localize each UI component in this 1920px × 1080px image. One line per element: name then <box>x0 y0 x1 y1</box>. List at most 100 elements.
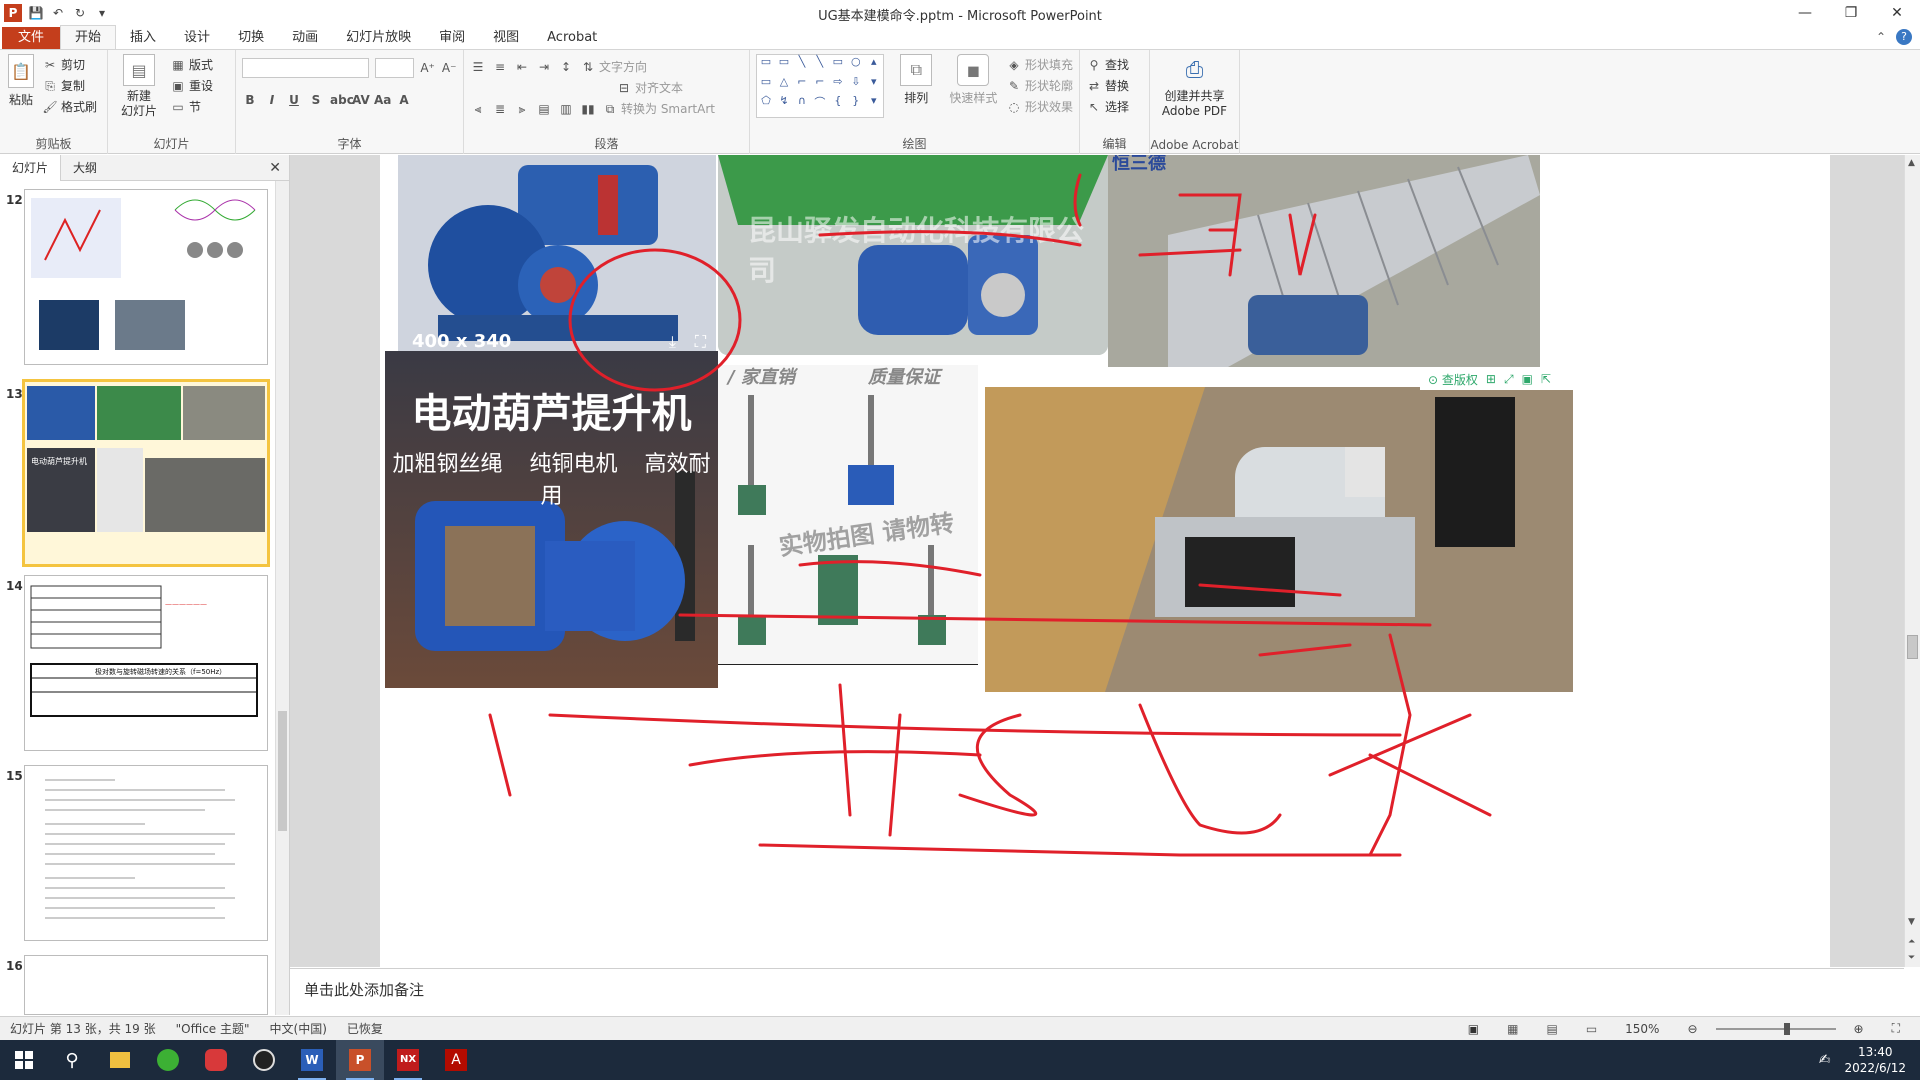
thumbnail-slide-15[interactable]: 15 <box>0 765 276 945</box>
bullets-icon[interactable]: ☰ <box>470 59 486 75</box>
bold-icon[interactable]: B <box>242 92 258 108</box>
reading-view-icon[interactable]: ▤ <box>1536 1022 1567 1036</box>
zoom-out-icon[interactable]: ⊖ <box>1677 1022 1707 1036</box>
tab-home[interactable]: 开始 <box>60 25 117 49</box>
replace-button[interactable]: ⇄ 替换 <box>1086 75 1143 96</box>
panel-scroll-thumb[interactable] <box>278 711 287 831</box>
reset-button[interactable]: ▣ 重设 <box>170 75 213 96</box>
text-direction-button[interactable]: ⇅ 文字方向 <box>580 56 647 77</box>
slide-sorter-icon[interactable]: ▦ <box>1497 1022 1528 1036</box>
tab-design[interactable]: 设计 <box>170 27 224 49</box>
panel-scrollbar[interactable] <box>275 181 289 1015</box>
obs-icon[interactable] <box>240 1040 288 1080</box>
tab-acrobat[interactable]: Acrobat <box>533 27 611 49</box>
align-text-button[interactable]: ⊟ 对齐文本 <box>616 77 683 98</box>
editor-scroll-thumb[interactable] <box>1907 635 1918 659</box>
tab-review[interactable]: 审阅 <box>425 27 479 49</box>
align-right-icon[interactable]: ⫸ <box>514 101 530 117</box>
grow-font-icon[interactable]: A⁺ <box>420 60 436 76</box>
nx-icon[interactable]: NX <box>384 1040 432 1080</box>
columns-icon[interactable]: ▮▮ <box>580 101 596 117</box>
underline-icon[interactable]: U <box>286 92 302 108</box>
shapes-gallery[interactable]: ▭ ▭ ╲ ╲ ▭ ○ ▴ ▭ △ ⌐ ⌐ ⇨ ⇩ ▾ ⬠ ↯ ∩ ⌒{} ▾ <box>756 54 884 118</box>
theme-name[interactable]: "Office 主题" <box>166 1020 260 1037</box>
zoom-slider[interactable] <box>1715 1022 1836 1035</box>
search-icon[interactable]: ⚲ <box>48 1040 96 1080</box>
next-slide-icon[interactable]: ⏷ <box>1908 953 1915 963</box>
char-spacing-icon[interactable]: AV <box>352 92 370 108</box>
tab-animations[interactable]: 动画 <box>278 27 332 49</box>
increase-indent-icon[interactable]: ⇥ <box>536 59 552 75</box>
windows-start-icon[interactable] <box>0 1040 48 1080</box>
shape-effects-button[interactable]: ◌ 形状效果 <box>1006 96 1073 117</box>
minimize-ribbon-icon[interactable]: ⌃ <box>1876 30 1886 44</box>
tab-slides[interactable]: 幻灯片 <box>0 154 62 181</box>
tab-insert[interactable]: 插入 <box>116 27 170 49</box>
zoom-in-icon[interactable]: ⊕ <box>1844 1022 1874 1036</box>
font-size-input[interactable] <box>374 58 414 78</box>
convert-smartart-button[interactable]: ⧉ 转换为 SmartArt <box>602 98 715 119</box>
notes-pane[interactable]: 单击此处添加备注 <box>290 968 1904 1016</box>
minimize-icon[interactable]: — <box>1782 0 1828 26</box>
change-case-icon[interactable]: Aa <box>374 92 391 108</box>
scroll-up-icon[interactable]: ▲ <box>1908 158 1915 168</box>
restore-icon[interactable]: ❐ <box>1828 0 1874 26</box>
pen-icon[interactable]: ✍ <box>1819 1052 1831 1068</box>
powerpoint-icon[interactable]: P <box>336 1040 384 1080</box>
shrink-font-icon[interactable]: A⁻ <box>441 60 457 76</box>
distributed-icon[interactable]: ▥ <box>558 101 574 117</box>
tab-transitions[interactable]: 切换 <box>224 27 278 49</box>
line-spacing-icon[interactable]: ↕ <box>558 59 574 75</box>
close-icon[interactable]: ✕ <box>269 160 281 176</box>
system-clock[interactable]: 13:40 2022/6/12 <box>1844 1044 1920 1076</box>
thumbnail-slide-14[interactable]: 14 极对数与旋转磁场转速的关系（f=50Hz） —————— <box>0 575 276 755</box>
language-indicator[interactable]: 中文(中国) <box>260 1020 337 1037</box>
decrease-indent-icon[interactable]: ⇤ <box>514 59 530 75</box>
align-left-icon[interactable]: ⫷ <box>470 101 486 117</box>
shadow-icon[interactable]: S <box>308 92 324 108</box>
tab-file[interactable]: 文件 <box>2 27 61 49</box>
zoom-level[interactable]: 150% <box>1615 1022 1669 1036</box>
netease-music-icon[interactable] <box>192 1040 240 1080</box>
format-painter-button[interactable]: 🖌 格式刷 <box>42 96 97 117</box>
thumbnail-slide-16[interactable]: 16 <box>0 955 276 1015</box>
close-icon[interactable]: ✕ <box>1874 0 1920 26</box>
find-button[interactable]: ⚲ 查找 <box>1086 54 1143 75</box>
select-button[interactable]: ↖ 选择 <box>1086 96 1143 117</box>
layout-button[interactable]: ▦ 版式 <box>170 54 213 75</box>
acrobat-icon[interactable]: A <box>432 1040 480 1080</box>
zoom-slider-knob[interactable] <box>1783 1022 1790 1035</box>
slideshow-icon[interactable]: ▭ <box>1576 1022 1607 1036</box>
powerpoint-logo-icon[interactable]: P <box>4 4 22 22</box>
wechat-icon[interactable] <box>144 1040 192 1080</box>
tab-slideshow[interactable]: 幻灯片放映 <box>332 27 425 49</box>
normal-view-icon[interactable]: ▣ <box>1458 1022 1489 1036</box>
justify-icon[interactable]: ▤ <box>536 101 552 117</box>
align-center-icon[interactable]: ≣ <box>492 101 508 117</box>
shape-outline-button[interactable]: ✎ 形状轮廓 <box>1006 75 1073 96</box>
numbering-icon[interactable]: ≡ <box>492 59 508 75</box>
customize-qat-icon[interactable]: ▾ <box>94 5 110 21</box>
font-name-input[interactable] <box>242 58 369 78</box>
slide-canvas[interactable]: 400 x 340 ⤓ ⛶ 昆山驿发自动化科技有限公司 恒三德 电动葫芦提升机 … <box>380 155 1830 967</box>
thumbnail-slide-13[interactable]: 13 电动葫芦提升机 <box>0 379 276 567</box>
word-icon[interactable]: W <box>288 1040 336 1080</box>
previous-slide-icon[interactable]: ⏶ <box>1908 937 1915 947</box>
font-color-icon[interactable]: A <box>396 92 412 108</box>
tab-view[interactable]: 视图 <box>479 27 533 49</box>
redo-icon[interactable]: ↻ <box>72 5 88 21</box>
undo-icon[interactable]: ↶ <box>50 5 66 21</box>
help-icon[interactable]: ? <box>1896 29 1912 45</box>
scroll-down-icon[interactable]: ▼ <box>1908 917 1915 927</box>
editor-scrollbar[interactable]: ▲ ▼ ⏶ ⏷ <box>1904 155 1920 967</box>
shape-fill-button[interactable]: ◈ 形状填充 <box>1006 54 1073 75</box>
italic-icon[interactable]: I <box>264 92 280 108</box>
cut-button[interactable]: ✂ 剪切 <box>42 54 97 75</box>
section-button[interactable]: ▭ 节 <box>170 96 213 117</box>
thumbnail-slide-12[interactable]: 12 <box>0 189 276 369</box>
file-explorer-icon[interactable] <box>96 1040 144 1080</box>
strikethrough-icon[interactable]: abc <box>330 92 354 108</box>
save-icon[interactable]: 💾 <box>28 5 44 21</box>
fit-to-window-icon[interactable]: ⛶ <box>1882 1021 1910 1036</box>
tab-outline[interactable]: 大纲 <box>61 155 109 181</box>
